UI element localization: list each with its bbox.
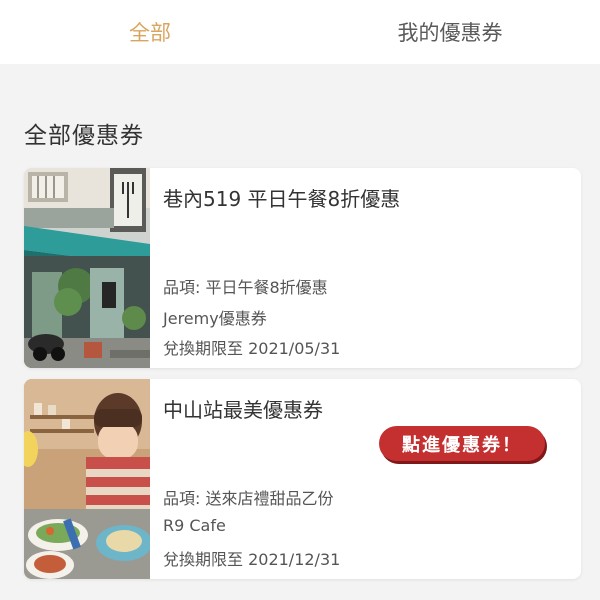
tab-bar: 全部 我的優惠券 xyxy=(0,0,600,64)
coupon-thumbnail-cafe xyxy=(24,379,150,579)
coupon-title: 巷內519 平日午餐8折優惠 xyxy=(163,187,401,211)
coupon-thumbnail-storefront xyxy=(24,168,150,368)
coupon-item: 品項: 平日午餐8折優惠 xyxy=(163,278,328,297)
coupon-vendor: Jeremy優惠券 xyxy=(163,309,267,328)
coupon-item: 品項: 送來店禮甜品乙份 xyxy=(163,489,334,508)
tab-all[interactable]: 全部 xyxy=(0,0,300,64)
coupon-title: 中山站最美優惠券 xyxy=(163,398,323,422)
coupon-card[interactable]: 中山站最美優惠券 點進優惠券！ 品項: 送來店禮甜品乙份 R9 Cafe 兌換期… xyxy=(24,379,581,579)
coupon-vendor: R9 Cafe xyxy=(163,516,226,535)
open-coupon-button[interactable]: 點進優惠券！ xyxy=(379,426,545,461)
tab-my-coupons[interactable]: 我的優惠券 xyxy=(300,0,600,64)
coupon-expiry: 兌換期限至 2021/12/31 xyxy=(163,550,341,569)
coupon-card[interactable]: 巷內519 平日午餐8折優惠 品項: 平日午餐8折優惠 Jeremy優惠券 兌換… xyxy=(24,168,581,368)
coupon-expiry: 兌換期限至 2021/05/31 xyxy=(163,339,341,358)
section-title: 全部優惠券 xyxy=(24,123,144,149)
